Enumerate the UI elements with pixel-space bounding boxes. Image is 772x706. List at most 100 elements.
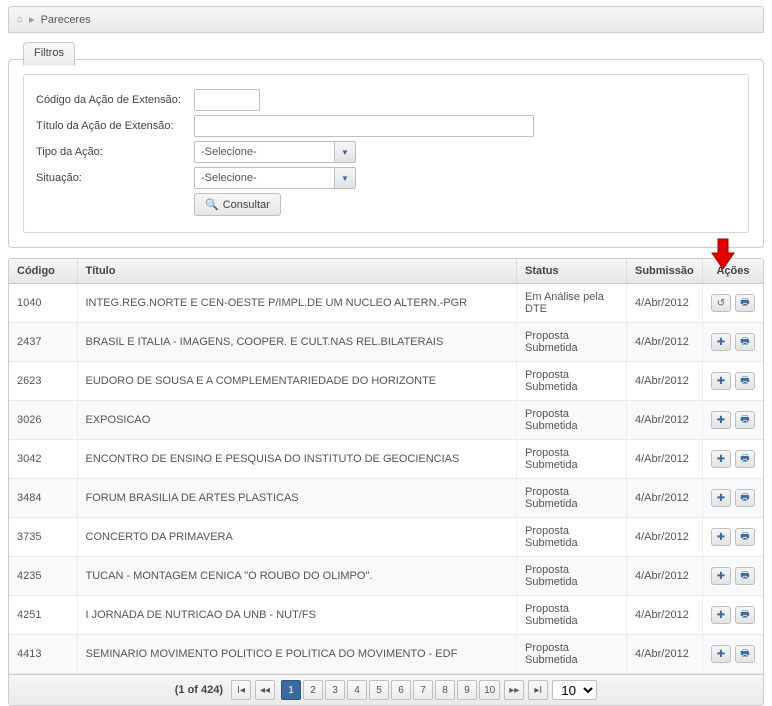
- cell-submissao: 4/Abr/2012: [627, 284, 703, 323]
- cell-status: Proposta Submetida: [517, 635, 627, 674]
- page-button-5[interactable]: 5: [369, 680, 389, 700]
- add-icon[interactable]: ✚: [711, 645, 731, 663]
- print-icon[interactable]: 🖶: [735, 645, 755, 663]
- cell-submissao: 4/Abr/2012: [627, 596, 703, 635]
- col-header-status[interactable]: Status: [517, 259, 627, 284]
- page-button-9[interactable]: 9: [457, 680, 477, 700]
- table-row: 3042ENCONTRO DE ENSINO E PESQUISA DO INS…: [9, 440, 763, 479]
- cell-status: Proposta Submetida: [517, 596, 627, 635]
- table-row: 3735CONCERTO DA PRIMAVERAProposta Submet…: [9, 518, 763, 557]
- print-icon[interactable]: 🖶: [735, 528, 755, 546]
- cell-status: Em Análise pela DTE: [517, 284, 627, 323]
- cell-acoes: ✚🖶: [703, 635, 764, 674]
- next-page-button[interactable]: ▸▸: [504, 680, 524, 700]
- consultar-button[interactable]: 🔍 Consultar: [194, 193, 281, 216]
- cell-titulo: INTEG.REG.NORTE E CEN-OESTE P/IMPL.DE UM…: [77, 284, 517, 323]
- refresh-icon[interactable]: ↺: [711, 294, 731, 312]
- add-icon[interactable]: ✚: [711, 528, 731, 546]
- cell-acoes: ✚🖶: [703, 440, 764, 479]
- table-header-row: Código Título Status Submissão Ações: [9, 259, 763, 284]
- cell-submissao: 4/Abr/2012: [627, 635, 703, 674]
- cell-titulo: I JORNADA DE NUTRICAO DA UNB - NUT/FS: [77, 596, 517, 635]
- cell-codigo: 3484: [9, 479, 77, 518]
- page-button-8[interactable]: 8: [435, 680, 455, 700]
- situacao-value: -Selecione-: [194, 167, 334, 189]
- cell-titulo: CONCERTO DA PRIMAVERA: [77, 518, 517, 557]
- table-row: 2437BRASIL E ITALIA - IMAGENS, COOPER. E…: [9, 323, 763, 362]
- cell-status: Proposta Submetida: [517, 323, 627, 362]
- print-icon[interactable]: 🖶: [735, 333, 755, 351]
- search-icon: 🔍: [205, 198, 219, 211]
- add-icon[interactable]: ✚: [711, 606, 731, 624]
- cell-titulo: EXPOSICAO: [77, 401, 517, 440]
- cell-titulo: EUDORO DE SOUSA E A COMPLEMENTARIEDADE D…: [77, 362, 517, 401]
- cell-titulo: SEMINARIO MOVIMENTO POLITICO E POLITICA …: [77, 635, 517, 674]
- cell-acoes: ✚🖶: [703, 401, 764, 440]
- cell-codigo: 4251: [9, 596, 77, 635]
- add-icon[interactable]: ✚: [711, 567, 731, 585]
- cell-submissao: 4/Abr/2012: [627, 479, 703, 518]
- cell-titulo: ENCONTRO DE ENSINO E PESQUISA DO INSTITU…: [77, 440, 517, 479]
- col-header-submissao[interactable]: Submissão: [627, 259, 703, 284]
- page-button-7[interactable]: 7: [413, 680, 433, 700]
- codigo-input[interactable]: [194, 89, 260, 111]
- paginator-info: (1 of 424): [175, 684, 223, 696]
- add-icon[interactable]: ✚: [711, 450, 731, 468]
- page-button-6[interactable]: 6: [391, 680, 411, 700]
- page-button-4[interactable]: 4: [347, 680, 367, 700]
- cell-status: Proposta Submetida: [517, 518, 627, 557]
- print-icon[interactable]: 🖶: [735, 450, 755, 468]
- cell-submissao: 4/Abr/2012: [627, 401, 703, 440]
- cell-codigo: 3735: [9, 518, 77, 557]
- cell-status: Proposta Submetida: [517, 401, 627, 440]
- cell-codigo: 4413: [9, 635, 77, 674]
- add-icon[interactable]: ✚: [711, 411, 731, 429]
- cell-status: Proposta Submetida: [517, 440, 627, 479]
- print-icon[interactable]: 🖶: [735, 606, 755, 624]
- chevron-down-icon[interactable]: ▼: [334, 167, 356, 189]
- table-row: 4251I JORNADA DE NUTRICAO DA UNB - NUT/F…: [9, 596, 763, 635]
- print-icon[interactable]: 🖶: [735, 372, 755, 390]
- titulo-label: Título da Ação de Extensão:: [36, 120, 194, 132]
- tipo-label: Tipo da Ação:: [36, 146, 194, 158]
- prev-page-button[interactable]: ◂◂: [255, 680, 275, 700]
- table-row: 4235TUCAN - MONTAGEM CENICA "O ROUBO DO …: [9, 557, 763, 596]
- print-icon[interactable]: 🖶: [735, 294, 755, 312]
- page-button-1[interactable]: 1: [281, 680, 301, 700]
- paginator: (1 of 424) I◂ ◂◂ 12345678910 ▸▸ ▸I 10: [9, 674, 763, 705]
- last-page-button[interactable]: ▸I: [528, 680, 548, 700]
- cell-acoes: ↺🖶: [703, 284, 764, 323]
- page-size-select[interactable]: 10: [552, 680, 597, 700]
- page-button-10[interactable]: 10: [479, 680, 500, 700]
- filters-panel: Filtros Código da Ação de Extensão: Títu…: [8, 59, 764, 248]
- add-icon[interactable]: ✚: [711, 489, 731, 507]
- table-row: 2623EUDORO DE SOUSA E A COMPLEMENTARIEDA…: [9, 362, 763, 401]
- chevron-down-icon[interactable]: ▼: [334, 141, 356, 163]
- breadcrumb-sep: ▸: [29, 13, 35, 26]
- cell-status: Proposta Submetida: [517, 557, 627, 596]
- print-icon[interactable]: 🖶: [735, 567, 755, 585]
- page-button-2[interactable]: 2: [303, 680, 323, 700]
- filters-tab[interactable]: Filtros: [23, 42, 75, 66]
- cell-titulo: FORUM BRASILIA DE ARTES PLASTICAS: [77, 479, 517, 518]
- tipo-value: -Selecione-: [194, 141, 334, 163]
- col-header-titulo[interactable]: Título: [77, 259, 517, 284]
- situacao-label: Situação:: [36, 172, 194, 184]
- print-icon[interactable]: 🖶: [735, 411, 755, 429]
- situacao-select[interactable]: -Selecione- ▼: [194, 167, 356, 189]
- page-button-3[interactable]: 3: [325, 680, 345, 700]
- cell-codigo: 3026: [9, 401, 77, 440]
- print-icon[interactable]: 🖶: [735, 489, 755, 507]
- add-icon[interactable]: ✚: [711, 372, 731, 390]
- col-header-codigo[interactable]: Código: [9, 259, 77, 284]
- cell-status: Proposta Submetida: [517, 479, 627, 518]
- cell-codigo: 2623: [9, 362, 77, 401]
- tipo-select[interactable]: -Selecione- ▼: [194, 141, 356, 163]
- cell-submissao: 4/Abr/2012: [627, 518, 703, 557]
- add-icon[interactable]: ✚: [711, 333, 731, 351]
- titulo-input[interactable]: [194, 115, 534, 137]
- first-page-button[interactable]: I◂: [231, 680, 251, 700]
- cell-submissao: 4/Abr/2012: [627, 362, 703, 401]
- home-icon[interactable]: ⌂: [17, 14, 23, 25]
- consultar-label: Consultar: [223, 199, 270, 211]
